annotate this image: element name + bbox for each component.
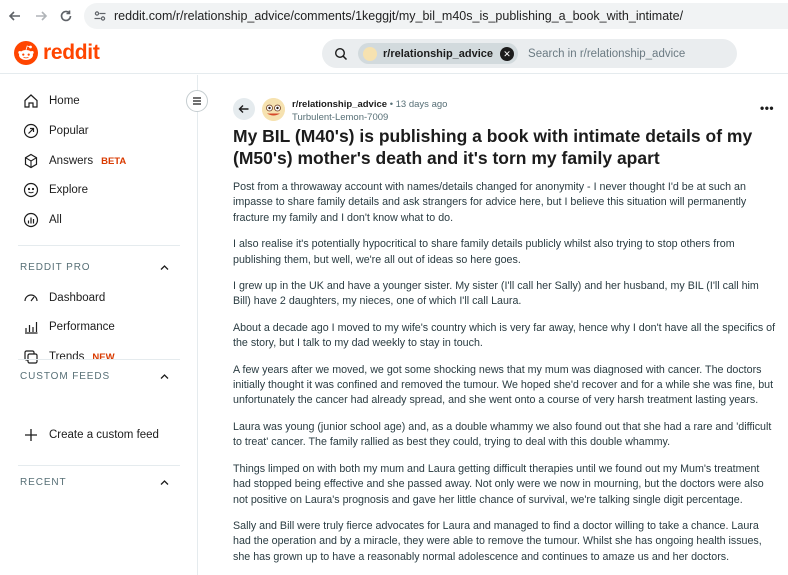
post-time: • 13 days ago — [389, 99, 448, 110]
beta-badge: BETA — [101, 156, 127, 167]
answers-label: Answers — [49, 155, 94, 167]
snoo-icon — [14, 41, 38, 65]
logo-wordmark: reddit — [43, 41, 100, 64]
post-paragraph: Post from a throwaway account with names… — [233, 181, 747, 224]
section-header-recent[interactable]: RECENT — [20, 477, 170, 488]
reddit-logo[interactable]: reddit — [14, 41, 100, 65]
section-header-custom-feeds[interactable]: CUSTOM FEEDS — [20, 371, 170, 382]
address-bar[interactable]: reddit.com/r/relationship_advice/comment… — [84, 3, 788, 29]
sidebar-item-dashboard[interactable]: Dashboard — [0, 283, 197, 313]
sidebar-divider — [18, 245, 180, 246]
post-meta: r/relationship_advice • 13 days ago Turb… — [292, 99, 447, 123]
subreddit-filter-chip[interactable]: r/relationship_advice ✕ — [358, 43, 519, 64]
sidebar-item-answers[interactable]: Answers BETA — [0, 146, 197, 176]
sidebar-item-label: Trends NEW — [49, 351, 115, 363]
post-detail: r/relationship_advice • 13 days ago Turb… — [198, 75, 788, 575]
explore-icon — [22, 181, 40, 199]
search-bar[interactable]: r/relationship_advice ✕ Search in r/rela… — [322, 39, 737, 68]
sidebar-item-home[interactable]: Home — [0, 86, 197, 116]
menu-icon — [193, 97, 201, 105]
reload-icon[interactable] — [57, 7, 75, 25]
sidebar-item-performance[interactable]: Performance — [0, 312, 197, 342]
dashboard-icon — [22, 289, 40, 307]
sidebar-item-label: Answers BETA — [49, 155, 126, 167]
post-paragraph: I grew up in the UK and have a younger s… — [233, 280, 759, 308]
subreddit-avatar-icon — [363, 46, 377, 61]
post-body: Post from a throwaway account with names… — [233, 180, 778, 575]
subreddit-avatar-icon[interactable] — [262, 98, 285, 121]
sidebar-item-label: Home — [49, 95, 80, 107]
answers-icon — [22, 152, 40, 170]
url-text: reddit.com/r/relationship_advice/comment… — [114, 9, 684, 23]
performance-icon — [22, 318, 40, 336]
back-arrow-icon[interactable] — [6, 7, 24, 25]
all-icon — [22, 211, 40, 229]
post-meta-row: r/relationship_advice • 13 days ago — [292, 99, 447, 110]
post-title: My BIL (M40's) is publishing a book with… — [233, 126, 753, 168]
more-options-button[interactable]: ••• — [760, 101, 774, 115]
chip-label: r/relationship_advice — [383, 47, 494, 60]
search-icon — [334, 47, 348, 60]
sidebar-item-trends[interactable]: Trends NEW — [0, 342, 197, 372]
section-title: RECENT — [20, 477, 67, 488]
sidebar-item-popular[interactable]: Popular — [0, 116, 197, 146]
left-sidebar: Home Popular Answers BETA Explore All RED… — [0, 75, 198, 575]
sidebar-item-all[interactable]: All — [0, 205, 197, 235]
sidebar-item-label: Performance — [49, 321, 115, 333]
sidebar-item-label: Create a custom feed — [49, 429, 159, 441]
popular-icon — [22, 122, 40, 140]
browser-toolbar: reddit.com/r/relationship_advice/comment… — [0, 0, 788, 32]
subreddit-link[interactable]: r/relationship_advice — [292, 99, 387, 110]
chevron-up-icon — [160, 480, 169, 485]
back-button[interactable] — [233, 98, 255, 120]
back-arrow-icon — [238, 105, 249, 113]
section-title: CUSTOM FEEDS — [20, 371, 111, 382]
sidebar-item-label: Explore — [49, 184, 88, 196]
post-paragraph: About a decade ago I moved to my wife's … — [233, 321, 776, 350]
chevron-up-icon — [160, 265, 169, 270]
trends-label: Trends — [49, 351, 85, 363]
section-header-reddit-pro[interactable]: REDDIT PRO — [20, 262, 170, 273]
sidebar-item-label: Popular — [49, 125, 89, 137]
post-paragraph: A few years after we moved, we got some … — [233, 363, 774, 407]
sidebar-divider — [18, 465, 180, 466]
home-icon — [22, 92, 40, 110]
sidebar-item-label: Dashboard — [49, 292, 106, 304]
trends-icon — [22, 348, 40, 366]
new-badge: NEW — [92, 352, 115, 363]
sidebar-item-explore[interactable]: Explore — [0, 175, 197, 205]
forward-arrow-icon[interactable] — [32, 7, 50, 25]
sidebar-item-label: All — [49, 214, 62, 226]
site-header: reddit r/relationship_advice ✕ Search in… — [0, 32, 788, 74]
post-paragraph: Sally and Bill were truly fierce advocat… — [233, 519, 762, 563]
chevron-up-icon — [160, 374, 169, 379]
post-paragraph: Laura was young (junior school age) and,… — [233, 420, 772, 449]
search-input[interactable]: Search in r/relationship_advice — [528, 48, 685, 60]
post-paragraph: Things limped on with both my mum and La… — [233, 462, 764, 506]
post-paragraph: I also realise it's potentially hypocrit… — [233, 238, 735, 266]
sidebar-divider — [18, 359, 180, 360]
site-settings-icon[interactable] — [93, 9, 107, 23]
create-custom-feed-button[interactable]: Create a custom feed — [0, 420, 197, 450]
author-link[interactable]: Turbulent-Lemon-7009 — [292, 112, 447, 123]
close-icon[interactable]: ✕ — [500, 46, 515, 61]
sidebar-toggle-button[interactable] — [186, 90, 208, 112]
section-title: REDDIT PRO — [20, 262, 91, 273]
plus-icon — [22, 426, 40, 444]
